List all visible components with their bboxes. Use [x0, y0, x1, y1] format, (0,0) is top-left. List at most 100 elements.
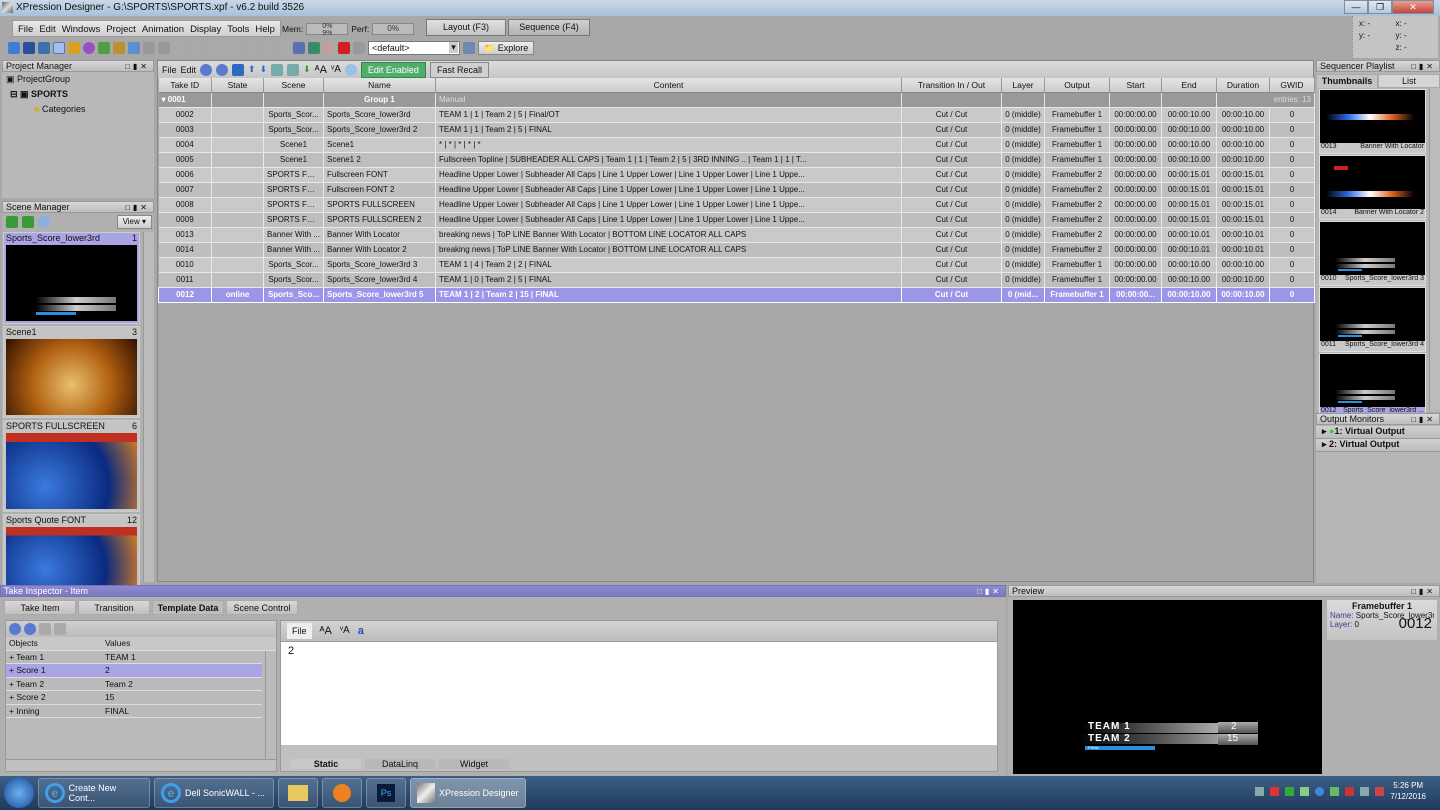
- move-tool-icon[interactable]: [68, 42, 80, 54]
- panel-controls[interactable]: □▮✕: [125, 61, 150, 71]
- menu-windows[interactable]: Windows: [59, 21, 104, 36]
- menu-help[interactable]: Help: [252, 21, 278, 36]
- close-button[interactable]: ✕: [1392, 0, 1434, 14]
- tray-icon[interactable]: [1300, 786, 1310, 796]
- tab-scene-control[interactable]: Scene Control: [226, 600, 298, 615]
- object-row[interactable]: + Score 2 15: [6, 691, 262, 705]
- tab-widget[interactable]: Widget: [439, 759, 509, 769]
- rotate-tool-icon[interactable]: [83, 42, 95, 54]
- circle-down-icon[interactable]: [24, 623, 36, 635]
- taskbar-item-xpression[interactable]: XPression Designer: [410, 778, 526, 808]
- output-monitor-1[interactable]: ▸ ●1: Virtual Output: [1316, 426, 1440, 439]
- scene-item[interactable]: Sports_Score_lower3rd 1: [3, 232, 140, 324]
- tab-transition[interactable]: Transition: [78, 600, 150, 615]
- audio-icon[interactable]: [353, 42, 365, 54]
- group-row[interactable]: ▾ 0001 Group 1 Manual entries: 13: [158, 92, 1315, 108]
- objects-hscrollbar[interactable]: [6, 759, 276, 771]
- playlist-item[interactable]: 0010 Sports_Score_lower3rd 3: [1319, 221, 1426, 286]
- taskbar-item-photoshop[interactable]: Ps: [366, 778, 406, 808]
- panel-controls[interactable]: □▮✕: [1411, 586, 1436, 596]
- move-up-icon[interactable]: ⬆: [248, 64, 256, 75]
- tab-list[interactable]: List: [1378, 74, 1440, 88]
- menu-tools[interactable]: Tools: [224, 21, 252, 36]
- sequence-mode-button[interactable]: Sequence (F4): [508, 19, 590, 36]
- record-icon[interactable]: [338, 42, 350, 54]
- tab-static[interactable]: Static: [291, 759, 361, 769]
- fast-recall-button[interactable]: Fast Recall: [429, 61, 489, 78]
- undo-icon[interactable]: [143, 42, 155, 54]
- open-icon[interactable]: [8, 42, 20, 54]
- taskbar-item-explorer[interactable]: [278, 778, 318, 808]
- circle-down-icon[interactable]: [216, 63, 229, 76]
- object-row[interactable]: + Team 1 TEAM 1: [6, 651, 262, 664]
- render-icon[interactable]: [308, 42, 320, 54]
- align-middle-icon[interactable]: [233, 42, 245, 54]
- align-center-icon[interactable]: [188, 42, 200, 54]
- take-row[interactable]: 0009 SPORTS FUL... SPORTS FULLSCREEN 2 Head…: [158, 212, 1315, 228]
- column-header-start[interactable]: Start: [1109, 78, 1162, 93]
- menu-animation[interactable]: Animation: [139, 21, 187, 36]
- panel-controls[interactable]: □▮✕: [1411, 414, 1436, 424]
- save-icon[interactable]: [23, 42, 35, 54]
- take-row[interactable]: 0013 Banner With ... Banner With Locator br…: [158, 227, 1315, 243]
- select-tool-icon[interactable]: [53, 42, 65, 54]
- playlist-item[interactable]: 0013 Banner With Locator: [1319, 89, 1426, 154]
- tray-icon[interactable]: [1315, 786, 1325, 796]
- take-row[interactable]: 0012 online Sports_Sco... Sports_Score_lowe…: [158, 286, 1315, 303]
- tab-thumbnails[interactable]: Thumbnails: [1316, 74, 1378, 88]
- align-left-icon[interactable]: [173, 42, 185, 54]
- volume-icon[interactable]: [1375, 786, 1385, 796]
- menu-display[interactable]: Display: [187, 21, 224, 36]
- menu-file[interactable]: File: [15, 21, 36, 36]
- tray-icon[interactable]: [1285, 786, 1295, 796]
- search-icon[interactable]: [38, 215, 50, 228]
- column-header-state[interactable]: State: [211, 78, 264, 93]
- redo-icon[interactable]: [158, 42, 170, 54]
- object-row[interactable]: + Inning FINAL: [6, 705, 262, 718]
- take-row[interactable]: 0005 Scene1 Scene1 2 Fullscreen Topline | S…: [158, 152, 1315, 168]
- take-row[interactable]: 0014 Banner With ... Banner With Locator 2…: [158, 242, 1315, 258]
- tree-item-sports[interactable]: ⊟ ▣ SPORTS: [2, 87, 154, 102]
- object-row[interactable]: + Team 2 Team 2: [6, 678, 262, 691]
- take-row[interactable]: 0007 SPORTS FUL... Fullscreen FONT 2 Headli…: [158, 182, 1315, 198]
- object-row[interactable]: + Score 1 2: [6, 664, 262, 678]
- objects-scrollbar[interactable]: [265, 651, 276, 759]
- take-menu-edit[interactable]: Edit: [181, 65, 197, 75]
- font-increase-icon[interactable]: ᴬA: [320, 625, 332, 637]
- distribute-h-icon[interactable]: [263, 42, 275, 54]
- clock[interactable]: 5:26 PM 7/12/2016: [1390, 780, 1426, 802]
- align-top-icon[interactable]: [218, 42, 230, 54]
- font-decrease-icon[interactable]: ᵛA: [340, 625, 350, 636]
- circle-up-icon[interactable]: [9, 623, 21, 635]
- edit-enabled-toggle[interactable]: Edit Enabled: [360, 61, 426, 78]
- menu-project[interactable]: Project: [103, 21, 139, 36]
- column-header-content[interactable]: Content: [435, 78, 902, 93]
- scene-item[interactable]: Scene1 3: [3, 326, 140, 418]
- panel-controls[interactable]: □▮✕: [977, 586, 1002, 596]
- font-increase-icon[interactable]: ᴬA: [315, 64, 327, 76]
- collapse-icon[interactable]: [287, 63, 300, 76]
- view-button[interactable]: View ▾: [116, 215, 152, 229]
- scene-item[interactable]: SPORTS FULLSCREEN 6: [3, 420, 140, 512]
- output-monitor-2[interactable]: ▸ 2: Virtual Output: [1316, 439, 1440, 452]
- scene-item[interactable]: Sports Quote FONT 12: [3, 514, 140, 590]
- tray-icon[interactable]: [1330, 786, 1340, 796]
- font-decrease-icon[interactable]: ᵛA: [331, 64, 341, 75]
- add-scene-icon[interactable]: [6, 215, 18, 228]
- profile-combo[interactable]: <default>: [368, 41, 460, 55]
- playlist-item[interactable]: 0012 Sports_Score_lower3rd ...: [1319, 353, 1426, 418]
- playlist-item[interactable]: 0011 Sports_Score_lower3rd 4: [1319, 287, 1426, 352]
- snap-icon[interactable]: [128, 42, 140, 54]
- read-icon[interactable]: [232, 63, 245, 76]
- shield-icon[interactable]: [293, 42, 305, 54]
- move-down-icon[interactable]: ⬇: [260, 64, 268, 75]
- align-bottom-icon[interactable]: [248, 42, 260, 54]
- take-row[interactable]: 0004 Scene1 Scene1 * | * | * | * | * Cut / C…: [158, 137, 1315, 153]
- circle-up-icon[interactable]: [200, 63, 213, 76]
- connect-icon[interactable]: [463, 42, 475, 54]
- column-header-gwid[interactable]: GWID: [1269, 78, 1315, 93]
- network-icon[interactable]: [1360, 786, 1370, 796]
- tree-item-categories[interactable]: ■ Categories: [2, 102, 154, 116]
- take-row[interactable]: 0011 Sports_Scor... Sports_Score_lower3rd …: [158, 272, 1315, 288]
- spellcheck-icon[interactable]: a: [358, 625, 364, 637]
